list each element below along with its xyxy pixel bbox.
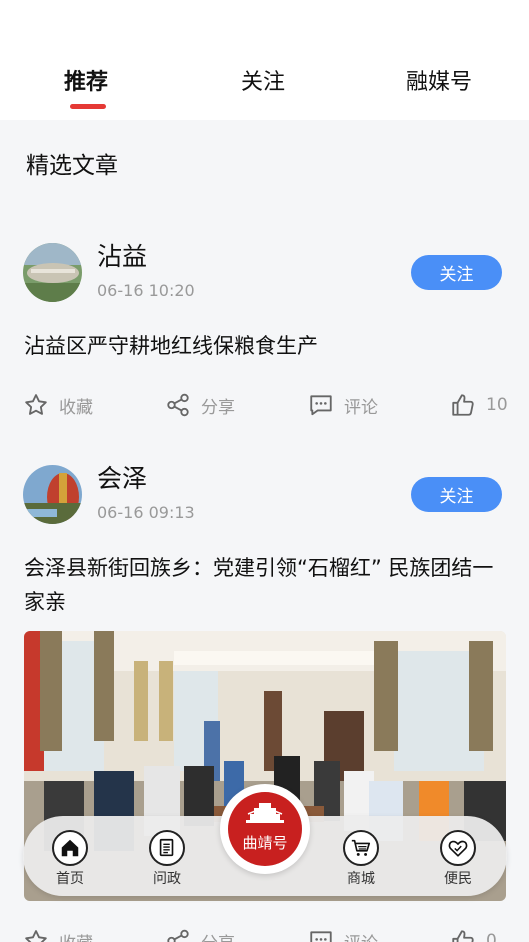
home-icon	[52, 830, 88, 866]
tab-media[interactable]: 融媒号	[406, 64, 472, 96]
building-icon	[246, 803, 284, 823]
avatar[interactable]	[23, 465, 82, 524]
share-button[interactable]: 分享	[165, 926, 235, 942]
share-label: 分享	[201, 929, 235, 942]
post-header: 沾益 06-16 10:20 关注	[0, 242, 529, 313]
follow-button[interactable]: 关注	[411, 255, 502, 290]
post-actions: 收藏 分享 评论 10	[0, 390, 529, 420]
post-headline[interactable]: 会泽县新街回族乡：党建引领“石榴红” 民族团结一家亲	[24, 551, 514, 619]
nav-service[interactable]: 便民	[428, 830, 488, 888]
share-button[interactable]: 分享	[165, 390, 235, 420]
cart-icon	[343, 830, 379, 866]
tab-recommend[interactable]: 推荐	[64, 64, 108, 96]
author-name[interactable]: 沾益	[97, 237, 147, 273]
comment-icon	[310, 931, 332, 942]
section-title: 精选文章	[26, 153, 118, 179]
thumbs-up-icon	[452, 394, 474, 416]
like-count: 10	[486, 395, 508, 415]
tab-follow[interactable]: 关注	[241, 64, 285, 96]
post-headline[interactable]: 沾益区严守耕地红线保粮食生产	[24, 329, 514, 363]
avatar[interactable]	[23, 243, 82, 302]
star-icon	[25, 394, 47, 415]
qujing-logo: 曲靖号	[228, 792, 302, 866]
comment-label: 评论	[344, 397, 378, 418]
collect-label: 收藏	[59, 929, 93, 942]
nav-mall[interactable]: 商城	[331, 830, 391, 888]
share-label: 分享	[201, 397, 235, 418]
share-icon	[167, 393, 189, 417]
like-button[interactable]: 0	[450, 926, 497, 942]
nav-home-label: 首页	[56, 871, 84, 887]
post-time: 06-16 10:20	[97, 281, 195, 300]
top-tab-bar: 推荐 关注 融媒号	[0, 0, 529, 120]
comment-icon	[310, 395, 332, 416]
author-name[interactable]: 会泽	[97, 459, 147, 495]
nav-home[interactable]: 首页	[40, 830, 100, 888]
star-icon	[25, 930, 47, 942]
heart-icon	[440, 830, 476, 866]
like-count: 0	[486, 931, 497, 942]
post-actions: 收藏 分享 评论 0	[0, 926, 529, 942]
qujing-center-button[interactable]: 曲靖号	[220, 784, 310, 874]
follow-button[interactable]: 关注	[411, 477, 502, 512]
share-icon	[167, 929, 189, 942]
post-time: 06-16 09:13	[97, 503, 195, 522]
comment-button[interactable]: 评论	[308, 926, 378, 942]
thumbs-up-icon	[452, 930, 474, 942]
collect-label: 收藏	[59, 397, 93, 418]
collect-button[interactable]: 收藏	[23, 926, 93, 942]
qujing-label: 曲靖号	[242, 834, 288, 852]
like-button[interactable]: 10	[450, 390, 508, 420]
nav-service-label: 便民	[444, 871, 472, 887]
active-tab-indicator	[70, 104, 106, 109]
nav-mall-label: 商城	[347, 871, 375, 887]
nav-politics[interactable]: 问政	[137, 830, 197, 888]
nav-politics-label: 问政	[153, 871, 181, 887]
comment-button[interactable]: 评论	[308, 390, 378, 420]
document-icon	[149, 830, 185, 866]
collect-button[interactable]: 收藏	[23, 390, 93, 420]
post-header: 会泽 06-16 09:13 关注	[0, 464, 529, 535]
comment-label: 评论	[344, 929, 378, 942]
